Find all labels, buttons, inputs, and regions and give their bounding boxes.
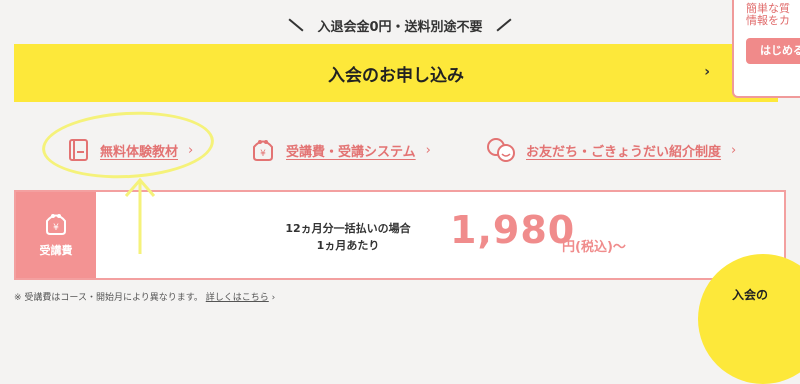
info-links-row: 無料体験教材 › ¥ 受講費・受講システム › お友だち・ごきょうだい紹介制度 …: [0, 130, 800, 170]
link-label: 受講費・受講システム: [286, 144, 416, 160]
chevron-right-icon: ›: [188, 142, 194, 158]
fee-note-text: ※ 受講費はコース・開始月により異なります。: [14, 293, 203, 303]
fee-tag-label: 受講費: [39, 244, 73, 257]
top-banner-text: 入退会金0円・送料別途不要: [317, 19, 483, 35]
svg-text:¥: ¥: [260, 149, 266, 159]
top-banner: 入退会金0円・送料別途不要: [0, 12, 800, 38]
link-referral-program[interactable]: お友だち・ごきょうだい紹介制度 ›: [486, 130, 736, 170]
floating-join-label: 入会の: [732, 288, 769, 302]
svg-text:¥: ¥: [53, 223, 59, 233]
promo-start-button[interactable]: はじめる: [746, 38, 800, 64]
chevron-right-icon: ›: [704, 64, 710, 80]
apply-button-label: 入会のお申し込み: [328, 65, 464, 86]
fee-price: 1,980: [450, 208, 576, 252]
chevron-right-icon: ›: [425, 142, 431, 158]
slash-left-decoration: [288, 18, 305, 32]
wallet-icon: ¥: [253, 140, 273, 161]
book-icon: [69, 139, 88, 161]
fee-panel: ¥ 受講費 12ヵ月分一括払いの場合 1ヵ月あたり 1,980 円(税込)〜: [14, 190, 786, 280]
link-label: お友だち・ごきょうだい紹介制度: [526, 144, 722, 160]
link-fees-system[interactable]: ¥ 受講費・受講システム ›: [250, 130, 431, 170]
slash-right-decoration: [495, 18, 512, 32]
fee-desc-line2: 1ヵ月あたり: [316, 239, 380, 252]
chevron-right-icon: ›: [271, 293, 276, 303]
fee-desc-line1: 12ヵ月分一括払いの場合: [285, 222, 411, 235]
fee-description: 12ヵ月分一括払いの場合 1ヵ月あたり: [278, 220, 418, 254]
wallet-icon: ¥: [46, 214, 66, 235]
link-free-trial-materials[interactable]: 無料体験教材 ›: [68, 130, 193, 170]
fee-details-link[interactable]: 詳しくはこちら: [206, 293, 269, 303]
promo-text-line2: 情報をカ: [746, 14, 790, 27]
fee-unit: 円(税込)〜: [562, 240, 626, 255]
fee-tag: ¥ 受講費: [16, 192, 96, 278]
promo-card: 簡単な質 情報をカ はじめる: [732, 0, 800, 98]
chevron-right-icon: ›: [731, 142, 737, 158]
link-label: 無料体験教材: [100, 144, 179, 160]
apply-membership-button[interactable]: 入会のお申し込み ›: [14, 44, 778, 102]
smile-friends-icon: [487, 138, 515, 162]
fee-note: ※ 受講費はコース・開始月により異なります。 詳しくはこちら ›: [14, 290, 275, 303]
